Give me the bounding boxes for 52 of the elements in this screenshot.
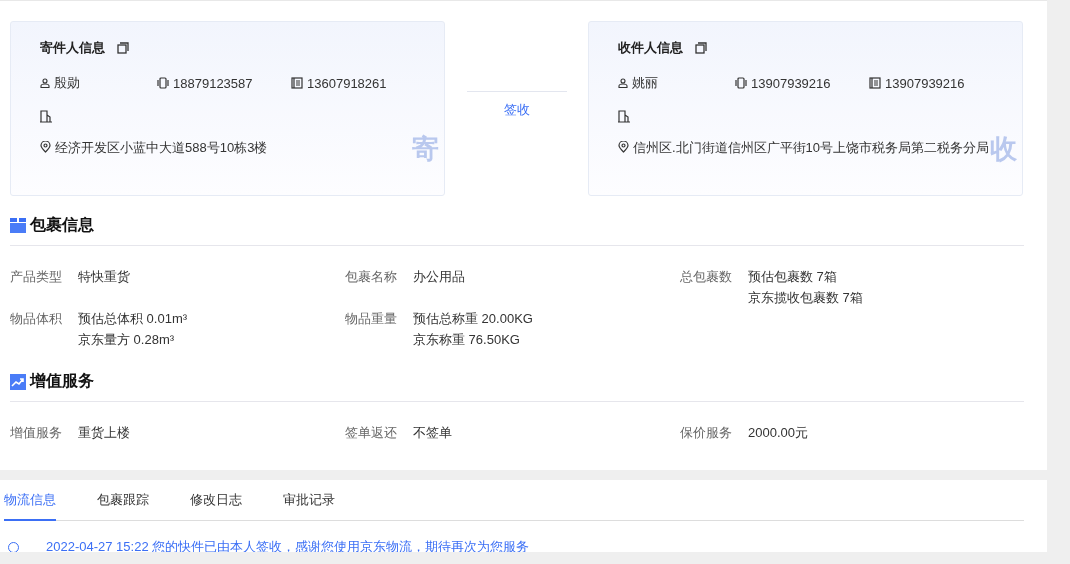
person-icon [618,78,628,88]
field-value: 特快重货 [78,268,130,286]
section-title: 增值服务 [30,371,94,391]
building-icon [618,109,630,123]
phone-number: 13607918261 [307,75,387,91]
tab[interactable]: 审批记录 [283,480,335,521]
copy-icon[interactable] [695,42,707,54]
mobile-number: 18879123587 [173,75,253,91]
tab[interactable]: 物流信息 [4,480,56,521]
mobile-phone-icon [735,77,747,89]
field-label: 产品类型 [10,268,63,286]
package-icon [10,218,26,233]
field-value: 预估总称重 20.00KG [413,310,533,328]
trend-chart-icon [10,373,26,390]
copy-icon[interactable] [117,42,129,54]
mobile-number: 13907939216 [751,75,831,91]
section-title: 包裹信息 [30,215,94,235]
tab[interactable]: 修改日志 [190,480,242,521]
field-value: 京东揽收包裹数 7箱 [748,289,863,307]
field-value: 重货上楼 [78,424,130,442]
card-title: 寄件人信息 [40,39,105,57]
field-label: 增值服务 [10,424,63,442]
card-watermark-glyph: 收 [990,133,1017,166]
card-title: 收件人信息 [618,39,683,57]
location-pin-icon [618,141,629,153]
card-watermark-glyph: 寄 [412,133,439,166]
field-label: 物品体积 [10,310,63,328]
field-label: 物品重量 [345,310,398,328]
location-pin-icon [40,141,51,153]
field-value: 京东称重 76.50KG [413,331,521,349]
field-value: 预估总体积 0.01m³ [78,310,188,328]
telephone-icon [291,77,303,89]
field-value: 京东量方 0.28m³ [78,331,176,349]
field-value: 2000.00元 [748,424,808,442]
field-label: 包裹名称 [345,268,398,286]
address-text: 信州区.北门街道信州区广平街10号上饶市税务局第二税务分局 [633,139,990,157]
contact-name: 姚丽 [632,74,658,92]
telephone-icon [869,77,881,89]
status-label: 签收 [503,101,530,119]
field-value: 不签单 [413,424,452,442]
contact-name: 殷勋 [54,74,80,92]
field-value: 预估包裹数 7箱 [748,268,838,286]
building-icon [40,109,52,123]
address-text: 经济开发区小蓝中大道588号10栋3楼 [55,139,268,157]
field-label: 总包裹数 [680,268,733,286]
field-value: 办公用品 [413,268,465,286]
field-label: 签单返还 [345,424,398,442]
phone-number: 13907939216 [885,75,965,91]
person-icon [40,78,50,88]
mobile-phone-icon [157,77,169,89]
field-label: 保价服务 [680,424,733,442]
tab[interactable]: 包裹跟踪 [97,480,149,521]
